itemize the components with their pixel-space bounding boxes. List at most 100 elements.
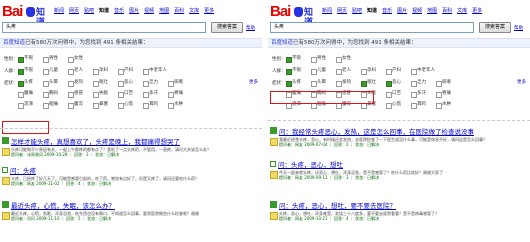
- filter-option[interactable]: 感冒: [68, 90, 93, 98]
- nav-link[interactable]: 更多: [204, 7, 214, 14]
- filter-option[interactable]: 孕妇: [93, 67, 118, 75]
- nav-link[interactable]: 文库: [457, 7, 467, 14]
- nav-link[interactable]: 图片: [397, 7, 407, 14]
- nav-link[interactable]: 贴吧: [352, 7, 362, 14]
- filter-option[interactable]: 乏力: [143, 79, 168, 87]
- filter-option[interactable]: 产妇: [118, 67, 143, 75]
- nav-link[interactable]: 视频: [412, 7, 422, 14]
- divider: [0, 128, 262, 129]
- filter-option[interactable]: 水肿: [436, 101, 461, 109]
- result-title[interactable]: 怎样才能头疼，真想喜欢了，头疼是晚上，我都痛得想哭了: [2, 136, 258, 146]
- result-title[interactable]: 问：头疼，恶心，想吐，要不要去医院？: [270, 200, 526, 210]
- nav-link[interactable]: 知道: [367, 7, 377, 14]
- filter-option[interactable]: 头疼: [286, 79, 311, 87]
- nav-link[interactable]: 贴吧: [84, 7, 94, 14]
- filter-option[interactable]: 女性: [68, 55, 93, 63]
- top-nav: 新闻 网页 贴吧 知道 音乐 图片 视频 地图 百科 文库 更多: [54, 7, 214, 14]
- filter-option[interactable]: 鼻塞: [93, 101, 118, 109]
- filter-option[interactable]: 咳嗽: [168, 79, 193, 87]
- result-snippet: 头疼，已经疼了好几天了，可能是感冒引起的，吃了药，感觉有点好了，但是又疼了，请问…: [2, 176, 258, 185]
- help-link[interactable]: 帮助: [514, 25, 523, 31]
- result-title[interactable]: 问：我经常头疼恶心，发热，这是怎么回事，在医院做了检查说没事: [270, 126, 526, 136]
- filter-option[interactable]: 孕妇: [361, 67, 386, 75]
- filter-option[interactable]: 中老年人: [411, 67, 436, 75]
- search-button[interactable]: 搜索答案: [479, 22, 511, 33]
- filter-option[interactable]: 恶心: [386, 79, 411, 87]
- nav-link[interactable]: 地图: [427, 7, 437, 14]
- stats-brand: 百度知道: [3, 40, 26, 46]
- filter-option[interactable]: 腹痛: [18, 90, 43, 98]
- result-title[interactable]: 问：头疼: [2, 165, 258, 175]
- nav-link[interactable]: 新闻: [322, 7, 332, 14]
- nav-link[interactable]: 图片: [129, 7, 139, 14]
- filter-option[interactable]: 咽痛: [43, 101, 68, 109]
- more-link[interactable]: 更多: [517, 79, 526, 85]
- filter-option[interactable]: 老人: [68, 67, 93, 75]
- filter-option[interactable]: 不限: [18, 67, 43, 75]
- filter-option[interactable]: 咳嗽: [436, 79, 461, 87]
- filter-option[interactable]: 女性: [336, 55, 361, 63]
- highlight-box-symptom: [270, 91, 374, 104]
- nav-link[interactable]: 网页: [69, 7, 79, 14]
- filter-option[interactable]: 男性: [311, 55, 336, 63]
- nav-link[interactable]: 百科: [442, 7, 452, 14]
- filter-option[interactable]: 口苦: [386, 90, 411, 98]
- filter-option[interactable]: 耳鸣: [411, 101, 436, 109]
- nav-link[interactable]: 音乐: [382, 7, 392, 14]
- filter-option[interactable]: 中老年人: [143, 67, 168, 75]
- filter-option[interactable]: 老人: [336, 67, 361, 75]
- filter-option[interactable]: 口苦: [118, 90, 143, 98]
- result-title[interactable]: 问：头疼，恶心，想吐: [270, 159, 526, 169]
- search-panel-left: Bai 知道 新闻网页贴吧知道音乐图片视频地图百科文库更多 头疼 搜索答案 帮助…: [0, 0, 262, 242]
- filter-option[interactable]: 头晕: [43, 79, 68, 87]
- filter-option[interactable]: 恶心: [118, 79, 143, 87]
- filter-option[interactable]: 发热: [336, 79, 361, 87]
- nav-link[interactable]: 更多: [472, 7, 482, 14]
- filter-option[interactable]: 儿童: [311, 67, 336, 75]
- filter-option[interactable]: 儿童: [43, 67, 68, 75]
- filter-option[interactable]: 头晕: [311, 79, 336, 87]
- filter-option[interactable]: 心慌: [386, 101, 411, 109]
- filter-option[interactable]: 腹泻: [68, 101, 93, 109]
- nav-link[interactable]: 网页: [337, 7, 347, 14]
- nav-link[interactable]: 音乐: [114, 7, 124, 14]
- filter-option[interactable]: 心慌: [118, 101, 143, 109]
- nav-link[interactable]: 地图: [159, 7, 169, 14]
- filter-option[interactable]: 不限: [18, 55, 43, 63]
- search-input[interactable]: 头疼: [270, 22, 474, 33]
- result-meta: 提问者：冰雨香风 2009-10-28 ｜ 回答：3 ｜ 状态：已解决: [11, 152, 120, 157]
- filter-option[interactable]: 失眠: [93, 90, 118, 98]
- result-title[interactable]: 最近头疼，心慌，失眠，该怎么办？: [2, 200, 258, 210]
- filter-option[interactable]: 头疼: [18, 79, 43, 87]
- result-item: 问：我经常头疼恶心，发热，这是怎么回事，在医院做了检查说没事 我最近经常头疼，恶…: [270, 126, 526, 147]
- help-link[interactable]: 帮助: [246, 25, 255, 31]
- filter-option[interactable]: 耳鸣: [143, 101, 168, 109]
- filter-option[interactable]: 呕吐: [361, 79, 386, 87]
- filter-option[interactable]: 多汗: [411, 90, 436, 98]
- stats-brand: 百度知道: [271, 40, 294, 46]
- more-link[interactable]: 更多: [249, 79, 258, 85]
- filter-option[interactable]: 乏力: [411, 79, 436, 87]
- filter-option[interactable]: 胃痛: [168, 90, 193, 98]
- nav-link[interactable]: 百科: [174, 7, 184, 14]
- filter-option[interactable]: 产妇: [386, 67, 411, 75]
- filter-option[interactable]: 多汗: [143, 90, 168, 98]
- nav-link[interactable]: 文库: [189, 7, 199, 14]
- filter-option[interactable]: 呕吐: [93, 79, 118, 87]
- filter-option[interactable]: 男性: [43, 55, 68, 63]
- filter-option[interactable]: 水肿: [168, 101, 193, 109]
- filter-option[interactable]: 胃痛: [436, 90, 461, 98]
- filter-option[interactable]: 不限: [286, 67, 311, 75]
- filter-option[interactable]: 发热: [68, 79, 93, 87]
- answer-tag-icon: [270, 201, 277, 208]
- search-input[interactable]: 头疼: [2, 22, 206, 33]
- filter-option[interactable]: 胸闷: [43, 90, 68, 98]
- nav-link[interactable]: 知道: [99, 7, 109, 14]
- search-button[interactable]: 搜索答案: [211, 22, 243, 33]
- nav-link[interactable]: 视频: [144, 7, 154, 14]
- result-snippet: 头疼，恶心，想吐，浑身难受，发烧三十八度多，要不要去医院看看？是不是病毒感冒了？: [270, 211, 526, 220]
- nav-link[interactable]: 新闻: [54, 7, 64, 14]
- filter-option[interactable]: 流涕: [18, 101, 43, 109]
- result-snippet: 头疼可能和不少原因有关，一般上午都疼的都有点了？我吃了一点头疼药，不管用，一直疼…: [2, 147, 258, 156]
- filter-option[interactable]: 不限: [286, 55, 311, 63]
